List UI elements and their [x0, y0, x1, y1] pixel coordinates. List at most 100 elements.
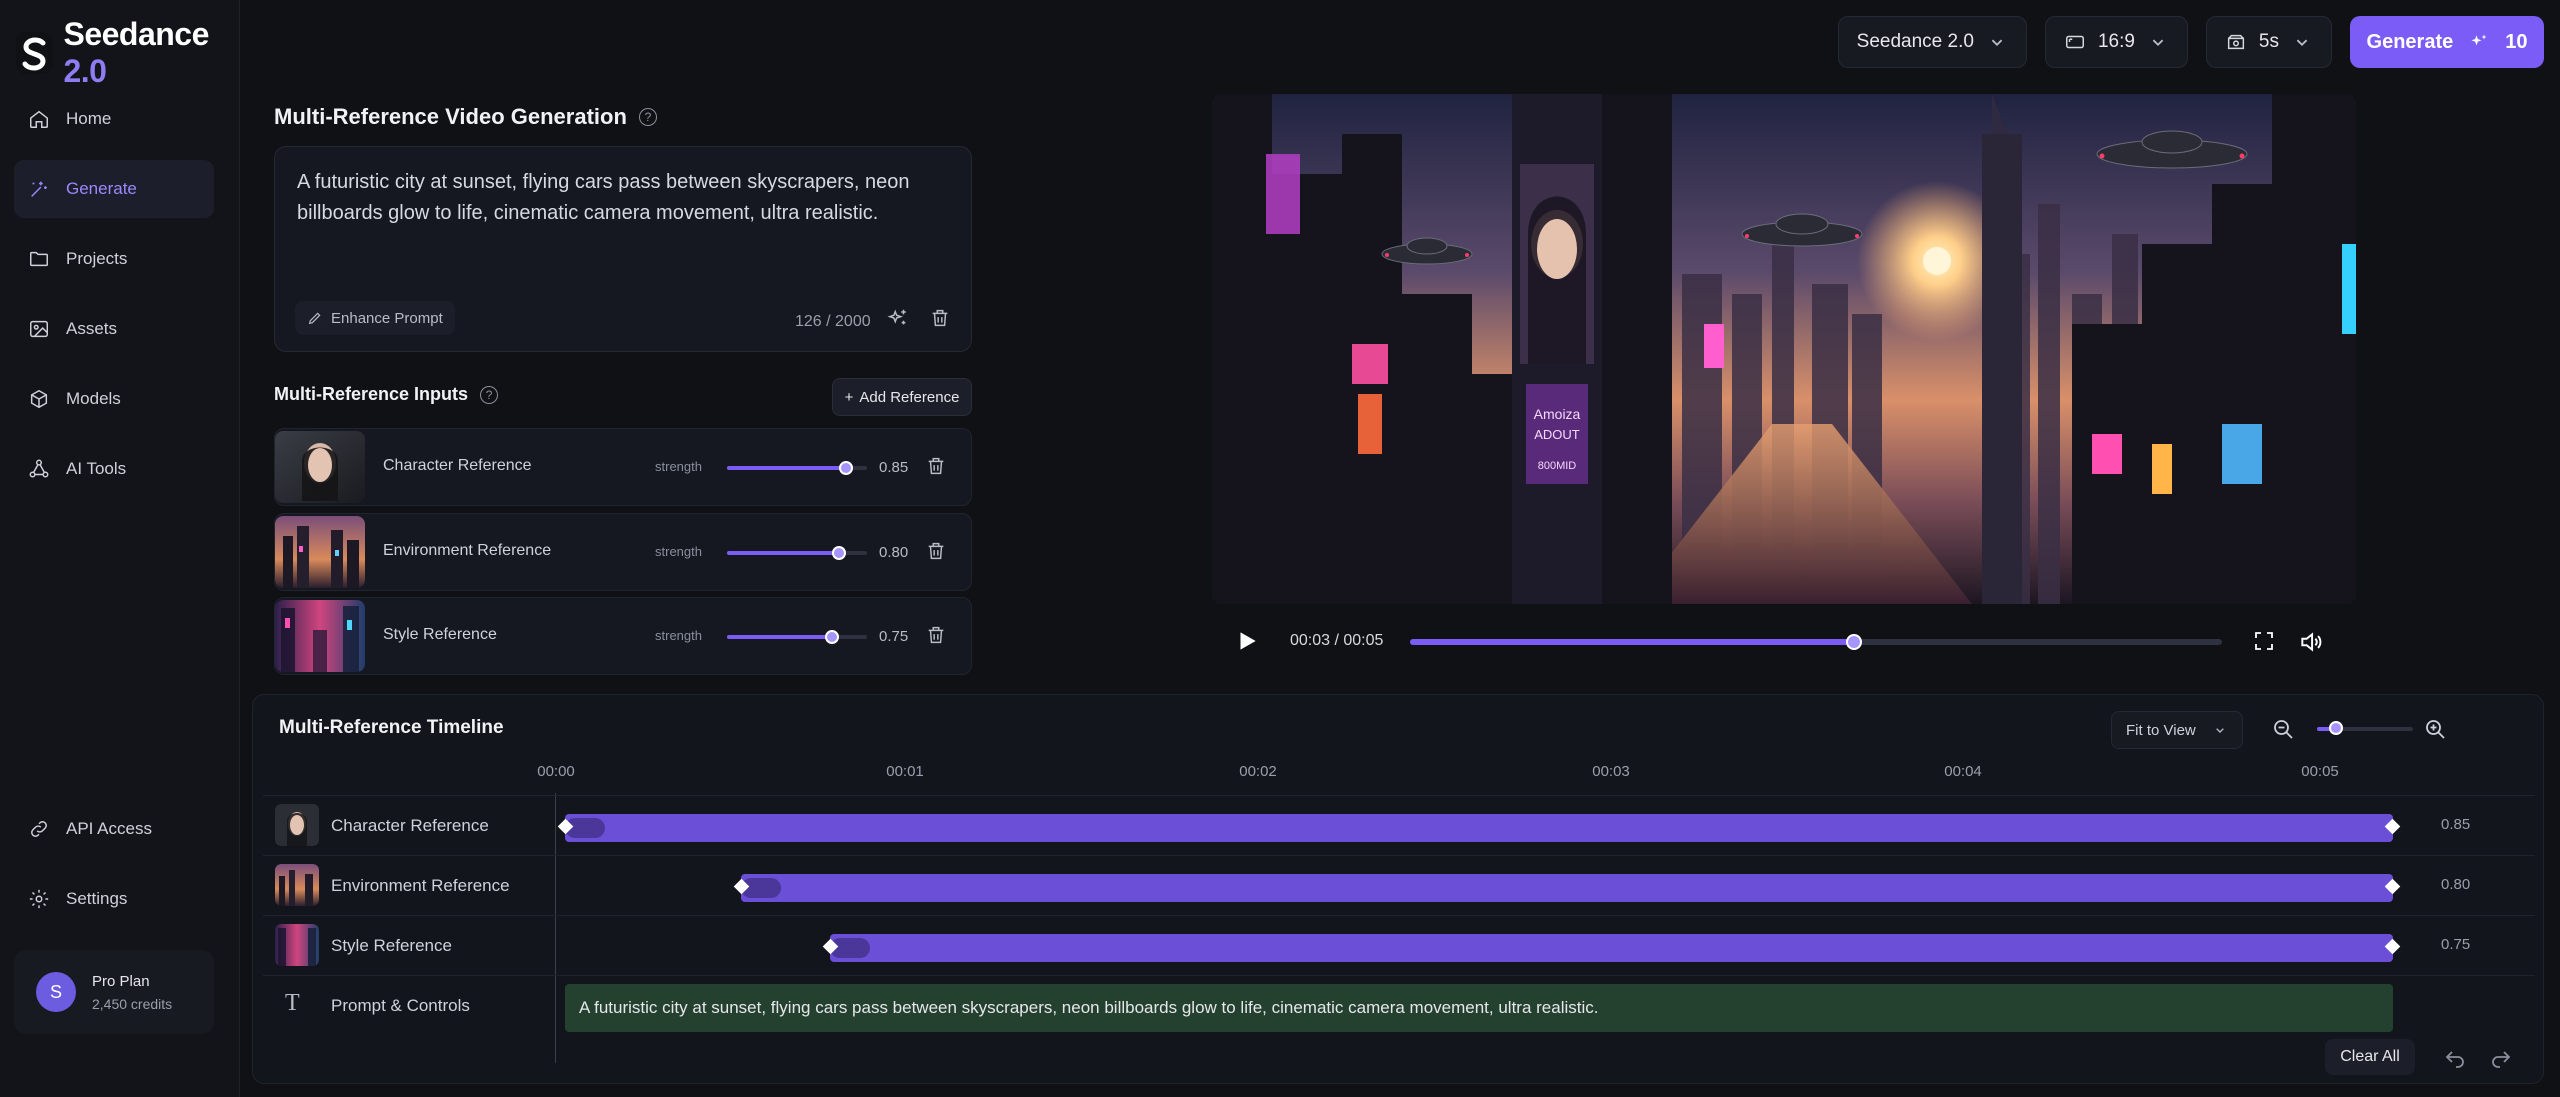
sidebar-item-assets[interactable]: Assets — [14, 300, 214, 358]
video-preview[interactable]: Amoiza ADOUT 800MID — [1212, 94, 2356, 604]
clear-all-button[interactable]: Clear All — [2325, 1039, 2415, 1075]
sidebar: Seedance 2.0 Home Generate Projects Asse… — [0, 0, 240, 1097]
reference-row-style[interactable]: Style Reference strength 0.75 — [274, 597, 972, 675]
redo-icon[interactable] — [2489, 1045, 2513, 1069]
strength-slider-fill — [727, 635, 832, 639]
volume-icon[interactable] — [2298, 629, 2324, 655]
app-logo[interactable]: Seedance 2.0 — [16, 16, 239, 90]
duration-select[interactable]: 5s — [2205, 16, 2332, 68]
magic-sparkle-icon[interactable] — [887, 307, 909, 329]
timeline-row-prompt[interactable]: T Prompt & Controls A futuristic city at… — [263, 975, 2535, 1035]
strength-value: 0.85 — [879, 459, 909, 476]
strength-label: strength — [655, 628, 702, 643]
timeline-row-style[interactable]: Style Reference 0.75 — [263, 915, 2535, 975]
sidebar-item-api-access[interactable]: API Access — [14, 800, 214, 858]
undo-icon[interactable] — [2443, 1045, 2467, 1069]
prompt-text[interactable]: A futuristic city at sunset, flying cars… — [297, 167, 937, 229]
sidebar-item-label: AI Tools — [66, 459, 127, 478]
sidebar-item-settings[interactable]: Settings — [14, 870, 214, 928]
sidebar-item-label: Assets — [66, 319, 118, 338]
zoom-slider[interactable] — [2317, 721, 2413, 735]
chevron-down-icon — [2152, 39, 2164, 47]
chevron-down-icon — [2296, 39, 2308, 47]
style-reference-thumbnail[interactable] — [275, 600, 365, 672]
sidebar-item-projects[interactable]: Projects — [14, 230, 214, 288]
trash-icon[interactable] — [925, 540, 947, 562]
add-reference-label: Add Reference — [859, 388, 960, 406]
billboard-text: 800MID — [1538, 460, 1577, 472]
link-icon — [31, 821, 47, 837]
trash-icon[interactable] — [929, 307, 951, 329]
plus-icon: + — [844, 388, 854, 406]
time-tick: 00:00 — [537, 763, 575, 780]
sidebar-item-generate[interactable]: Generate — [14, 160, 214, 218]
generate-button[interactable]: Generate 10 — [2350, 16, 2544, 68]
timeline-clip[interactable] — [741, 874, 2393, 902]
timeline-row-label: Prompt & Controls — [331, 996, 470, 1015]
strength-slider[interactable] — [727, 630, 867, 644]
home-icon — [30, 110, 48, 128]
play-icon[interactable] — [1234, 628, 1260, 654]
references-section-title-text: Multi-Reference Inputs — [274, 384, 469, 404]
strength-slider-handle[interactable] — [839, 461, 853, 475]
fullscreen-icon[interactable] — [2252, 629, 2276, 653]
video-frame-image: Amoiza ADOUT 800MID — [1212, 94, 2356, 604]
help-icon[interactable]: ? — [480, 385, 499, 404]
strength-slider-handle[interactable] — [825, 630, 839, 644]
sidebar-item-ai-tools[interactable]: AI Tools — [14, 440, 214, 498]
timeline-clip[interactable] — [829, 934, 2393, 962]
aspect-ratio-value: 16:9 — [2097, 31, 2135, 52]
trash-icon[interactable] — [925, 624, 947, 646]
enhance-prompt-button[interactable]: Enhance Prompt — [295, 301, 455, 335]
add-reference-button[interactable]: + Add Reference — [832, 378, 972, 416]
timeline-prompt-clip[interactable]: A futuristic city at sunset, flying cars… — [565, 984, 2393, 1032]
enhance-prompt-label: Enhance Prompt — [331, 309, 443, 327]
plan-title: Pro Plan — [92, 972, 150, 990]
sidebar-nav: Home Generate Projects Assets Models AI … — [14, 90, 214, 510]
prompt-textarea[interactable]: A futuristic city at sunset, flying cars… — [274, 146, 972, 352]
clip-duration-icon — [2227, 34, 2244, 50]
sidebar-item-label: Home — [66, 109, 112, 128]
prompt-section-title-text: Multi-Reference Video Generation — [274, 104, 627, 129]
strength-slider[interactable] — [727, 546, 867, 560]
generate-cost: 10 — [2505, 30, 2528, 53]
sidebar-item-label: Settings — [66, 889, 128, 908]
sidebar-bottom-nav: API Access Settings — [14, 800, 214, 940]
plan-card[interactable]: S Pro Plan 2,450 credits — [14, 950, 214, 1034]
timeline-row-environment[interactable]: Environment Reference 0.80 — [263, 855, 2535, 915]
zoom-slider-handle[interactable] — [2329, 721, 2344, 735]
strength-slider[interactable] — [727, 461, 867, 475]
strength-slider-fill — [727, 551, 839, 555]
app-name: Seedance 2.0 — [63, 16, 209, 89]
trash-icon[interactable] — [925, 455, 947, 477]
pencil-icon — [308, 312, 321, 325]
reference-row-character[interactable]: Character Reference strength 0.85 — [274, 428, 972, 506]
aspect-ratio-select[interactable]: 16:9 — [2044, 16, 2188, 68]
time-tick: 00:02 — [1239, 763, 1277, 780]
environment-reference-thumbnail[interactable] — [275, 516, 365, 588]
video-progress-handle[interactable] — [1845, 634, 1862, 650]
timeline-clip[interactable] — [565, 814, 2393, 842]
time-tick: 00:05 — [2301, 763, 2339, 780]
zoom-in-icon[interactable] — [2423, 717, 2447, 741]
fit-to-view-select[interactable]: Fit to View — [2111, 711, 2243, 749]
character-counter: 126 / 2000 — [795, 313, 871, 330]
timeline-row-label: Style Reference — [331, 936, 452, 955]
character-reference-thumbnail[interactable] — [275, 431, 365, 503]
reference-row-environment[interactable]: Environment Reference strength 0.80 — [274, 513, 972, 591]
timeline-row-character[interactable]: Character Reference 0.85 — [263, 795, 2535, 855]
model-select[interactable]: Seedance 2.0 — [1837, 16, 2027, 68]
timeline-panel: Multi-Reference Timeline Fit to View 00:… — [252, 694, 2544, 1084]
references-section-title: Multi-Reference Inputs ? — [274, 384, 499, 405]
help-icon[interactable]: ? — [638, 108, 657, 126]
chevron-down-icon — [1991, 39, 2003, 47]
video-progress-bar[interactable] — [1410, 634, 2222, 650]
sidebar-item-models[interactable]: Models — [14, 370, 214, 428]
video-progress-fill — [1410, 639, 1853, 645]
sidebar-item-home[interactable]: Home — [14, 90, 214, 148]
generate-icon — [31, 181, 47, 197]
character-reference-thumbnail — [275, 804, 319, 846]
zoom-out-icon[interactable] — [2271, 717, 2295, 741]
strength-slider-handle[interactable] — [832, 546, 846, 560]
billboard-text: Amoiza — [1534, 406, 1581, 422]
